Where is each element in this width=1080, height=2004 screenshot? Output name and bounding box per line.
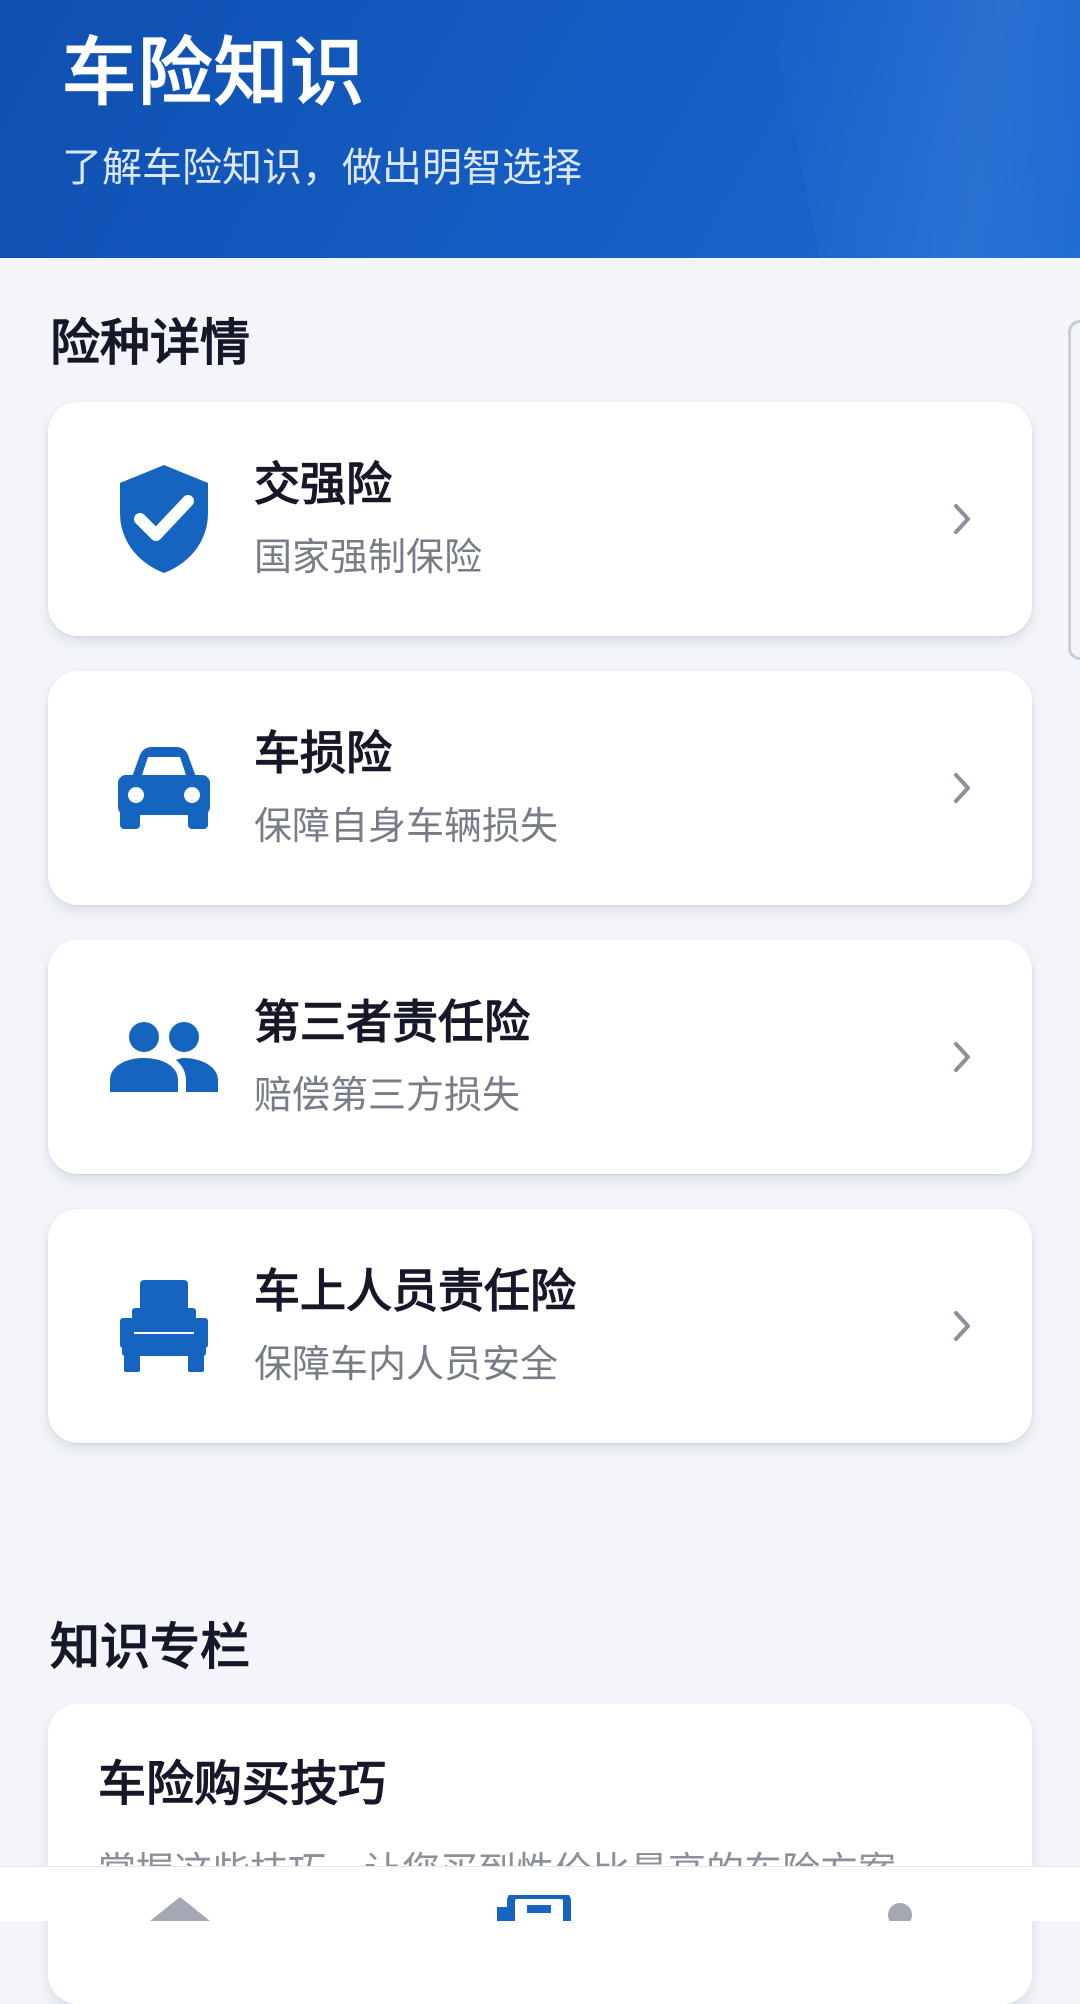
- bottom-navigation: [0, 1866, 1080, 1921]
- section-title-knowledge: 知识专栏: [50, 1618, 250, 1676]
- home-icon: [150, 1897, 210, 1921]
- page-title: 车险知识: [62, 30, 366, 116]
- chevron-right-icon: [954, 504, 970, 534]
- page-subtitle: 了解车险知识，做出明智选择: [62, 145, 582, 191]
- card-title: 交强险: [254, 457, 392, 511]
- section-title-insurance-types: 险种详情: [50, 314, 250, 372]
- article-title: 车险购买技巧: [98, 1756, 387, 1812]
- card-description: 赔偿第三方损失: [254, 1073, 521, 1117]
- nav-item-articles[interactable]: [495, 1891, 585, 1921]
- car-seat-icon: [100, 1262, 228, 1390]
- insurance-card-third-party[interactable]: 第三者责任险 赔偿第三方损失: [48, 940, 1032, 1174]
- card-description: 国家强制保险: [254, 535, 483, 579]
- card-description: 保障车内人员安全: [254, 1342, 559, 1386]
- insurance-card-passenger[interactable]: 车上人员责任险 保障车内人员安全: [48, 1209, 1032, 1443]
- card-title: 第三者责任险: [254, 995, 530, 1049]
- car-icon: [100, 724, 228, 852]
- article-card[interactable]: 车险购买技巧 掌握这些技巧，让您买到性价比最高的车险方案: [48, 1704, 1032, 2004]
- article-icon: [497, 1891, 571, 1921]
- card-title: 车损险: [254, 726, 392, 780]
- chevron-right-icon: [954, 1311, 970, 1341]
- chevron-right-icon: [954, 773, 970, 803]
- nav-item-profile[interactable]: [855, 1895, 945, 1921]
- shield-check-icon: [100, 455, 228, 583]
- side-drawer-handle[interactable]: [1068, 320, 1080, 660]
- people-icon: [100, 993, 228, 1121]
- card-description: 保障自身车辆损失: [254, 804, 559, 848]
- insurance-card-compulsory[interactable]: 交强险 国家强制保险: [48, 402, 1032, 636]
- card-title: 车上人员责任险: [254, 1264, 576, 1318]
- nav-item-home[interactable]: [135, 1895, 225, 1921]
- insurance-card-vehicle-damage[interactable]: 车损险 保障自身车辆损失: [48, 671, 1032, 905]
- profile-icon: [888, 1903, 912, 1921]
- page-header: 车险知识 了解车险知识，做出明智选择: [0, 0, 1080, 258]
- chevron-right-icon: [954, 1042, 970, 1072]
